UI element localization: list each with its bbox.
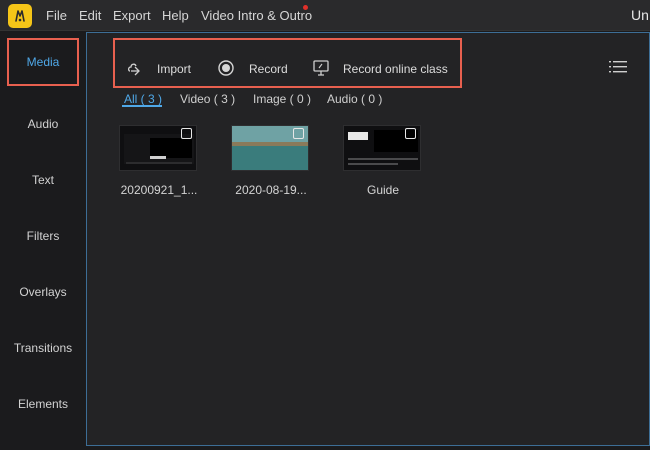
media-thumbnail[interactable] [231,125,309,171]
media-item-label: 2020-08-19... [235,183,307,197]
new-badge-dot [303,5,308,10]
import-icon[interactable] [126,59,144,77]
media-item-label: 20200921_1... [120,183,198,197]
sidebar-item-elements[interactable]: Elements [0,397,86,411]
sidebar-item-transitions[interactable]: Transitions [0,341,86,355]
sidebar-item-filters[interactable]: Filters [0,229,86,243]
menu-help[interactable]: Help [162,8,189,23]
select-checkbox[interactable] [181,128,192,139]
select-checkbox[interactable] [293,128,304,139]
menu-bar: File Edit Export Help Video Intro & Outr… [0,0,650,31]
sidebar-item-label: Media [26,55,60,69]
tab-audio[interactable]: Audio ( 0 ) [327,92,382,106]
menu-file[interactable]: File [46,8,67,23]
sidebar-item-media[interactable]: Media [7,38,79,86]
menu-video-intro-outro[interactable]: Video Intro & Outro [201,8,312,23]
media-thumbnail[interactable] [119,125,197,171]
select-checkbox[interactable] [405,128,416,139]
sidebar-item-text[interactable]: Text [0,173,86,187]
menu-export[interactable]: Export [113,8,151,23]
window-title: Un [631,7,649,23]
tab-active-underline [122,105,162,107]
record-online-class-button[interactable]: Record online class [343,62,448,76]
media-thumbnail[interactable] [343,125,421,171]
tab-image[interactable]: Image ( 0 ) [253,92,311,106]
import-button[interactable]: Import [157,62,191,76]
media-item-label: Guide [366,183,400,197]
tab-video[interactable]: Video ( 3 ) [180,92,235,106]
sidebar-item-overlays[interactable]: Overlays [0,285,86,299]
record-button[interactable]: Record [249,62,288,76]
tab-all[interactable]: All ( 3 ) [124,92,162,106]
app-logo-icon[interactable] [8,4,32,28]
record-icon[interactable] [217,59,235,77]
monitor-icon[interactable] [312,59,330,77]
menu-edit[interactable]: Edit [79,8,101,23]
list-view-icon[interactable] [609,60,627,74]
sidebar-item-audio[interactable]: Audio [0,117,86,131]
